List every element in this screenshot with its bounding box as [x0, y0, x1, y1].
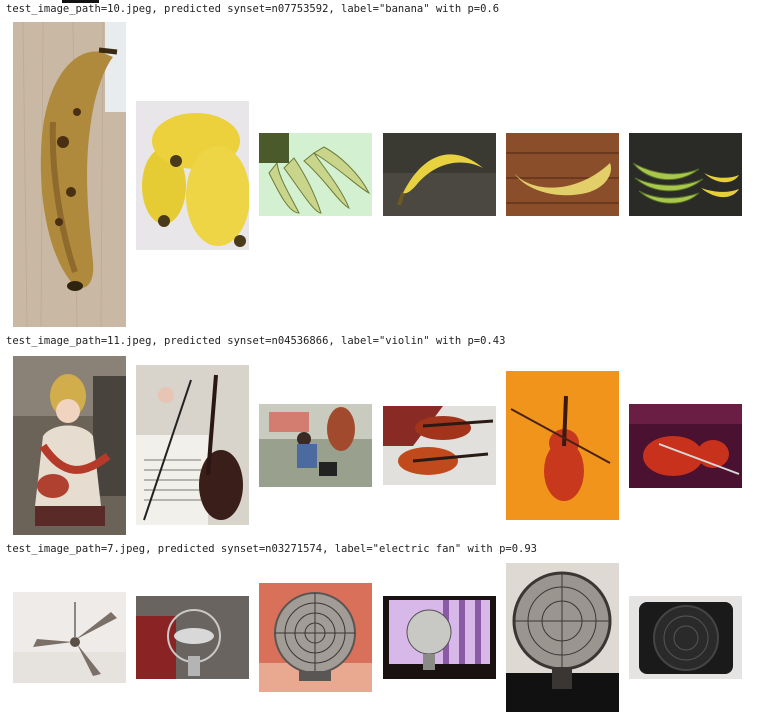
- query-image-banana: [13, 22, 126, 327]
- similar-image-fan-5: [629, 596, 742, 679]
- similar-image-fan-3: [383, 596, 496, 679]
- similar-image-fan-2: [259, 583, 372, 692]
- similar-image-banana-2: [259, 133, 372, 216]
- result-caption-violin: test_image_path=11.jpeg, predicted synse…: [6, 335, 506, 347]
- similar-image-fan-4: [506, 563, 619, 712]
- similar-image-banana-3: [383, 133, 496, 216]
- similar-image-banana-4: [506, 133, 619, 216]
- similar-image-violin-2: [259, 404, 372, 487]
- similar-image-banana-5: [629, 133, 742, 216]
- similar-image-fan-1: [136, 596, 249, 679]
- similar-image-violin-4: [506, 371, 619, 520]
- similar-image-violin-3: [383, 406, 496, 485]
- query-image-electric-fan: [13, 592, 126, 683]
- result-caption-electric-fan: test_image_path=7.jpeg, predicted synset…: [6, 543, 538, 555]
- similar-image-banana-1: [136, 101, 249, 250]
- query-image-violin: [13, 356, 126, 535]
- similar-image-violin-1: [136, 365, 249, 525]
- result-caption-banana: test_image_path=10.jpeg, predicted synse…: [6, 3, 500, 15]
- similar-image-violin-5: [629, 404, 742, 488]
